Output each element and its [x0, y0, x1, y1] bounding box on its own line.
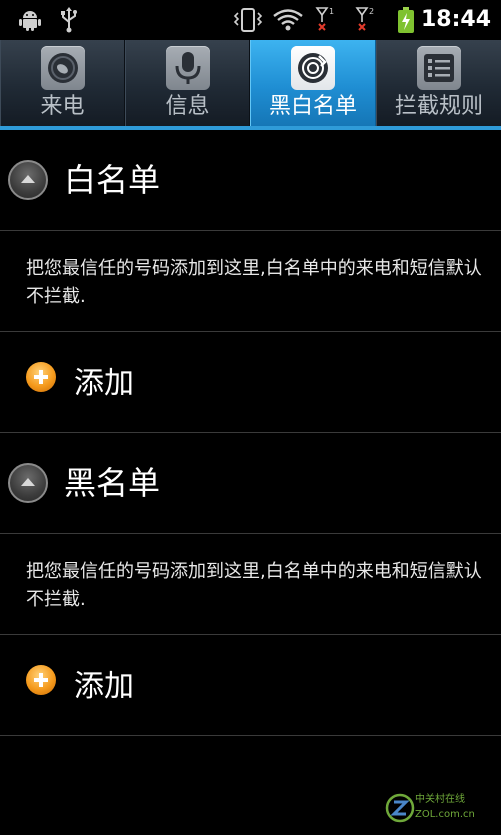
tab-label: 来电: [40, 94, 85, 119]
rules-list-icon: [417, 46, 461, 90]
status-time: 18:44: [420, 7, 491, 32]
zol-logo-icon: [385, 793, 415, 823]
section-title: 黑名单: [64, 464, 161, 502]
svg-text:1: 1: [329, 7, 334, 16]
plus-icon: [26, 362, 56, 392]
section-description: 把您最信任的号码添加到这里,白名单中的来电和短信默认不拦截.: [26, 561, 482, 610]
section-title: 白名单: [64, 161, 161, 199]
whitelist-description-row: 把您最信任的号码添加到这里,白名单中的来电和短信默认不拦截.: [0, 231, 501, 332]
android-debug-icon: [18, 6, 42, 34]
microphone-message-icon: [165, 46, 210, 90]
tab-block-rules[interactable]: 拦截规则: [376, 40, 501, 126]
svg-text:2: 2: [369, 7, 374, 16]
tab-label: 拦截规则: [394, 94, 483, 119]
tab-label: 信息: [165, 94, 210, 119]
sim1-no-signal-icon: 1: [314, 6, 338, 34]
blacklist-description-row: 把您最信任的号码添加到这里,白名单中的来电和短信默认不拦截.: [0, 534, 501, 635]
tab-bar: 来电 信息 黑白名单 拦截规则: [0, 40, 501, 130]
blacklist-add-button[interactable]: 添加: [0, 635, 501, 736]
tab-label: 黑白名单: [268, 94, 357, 119]
zol-watermark: 中关村在线 ZOL.com.cn: [385, 791, 493, 827]
watermark-cn: 中关村在线: [415, 794, 465, 805]
collapse-icon[interactable]: [8, 160, 48, 200]
sim2-no-signal-icon: 2: [354, 6, 378, 34]
blacklist-whitelist-list: 白名单 把您最信任的号码添加到这里,白名单中的来电和短信默认不拦截. 添加 黑名…: [0, 130, 501, 736]
tab-blacklist-whitelist[interactable]: 黑白名单: [250, 40, 376, 126]
tab-incoming-calls[interactable]: 来电: [0, 40, 125, 126]
blacklist-whitelist-icon: [291, 46, 335, 90]
add-label: 添加: [74, 366, 134, 401]
vibrate-icon: [232, 6, 264, 34]
blacklist-header[interactable]: 黑名单: [0, 433, 501, 534]
plus-icon: [26, 665, 56, 695]
collapse-icon[interactable]: [8, 463, 48, 503]
whitelist-add-button[interactable]: 添加: [0, 332, 501, 433]
incoming-call-icon: [40, 46, 85, 90]
usb-icon: [58, 6, 80, 34]
watermark-en: ZOL.com.cn: [415, 809, 475, 820]
tab-messages[interactable]: 信息: [125, 40, 250, 126]
whitelist-header[interactable]: 白名单: [0, 130, 501, 231]
section-description: 把您最信任的号码添加到这里,白名单中的来电和短信默认不拦截.: [26, 258, 482, 307]
battery-charging-icon: [396, 6, 416, 34]
wifi-icon: [272, 6, 304, 34]
status-bar: 1 2 18:44: [0, 0, 501, 40]
add-label: 添加: [74, 669, 134, 704]
